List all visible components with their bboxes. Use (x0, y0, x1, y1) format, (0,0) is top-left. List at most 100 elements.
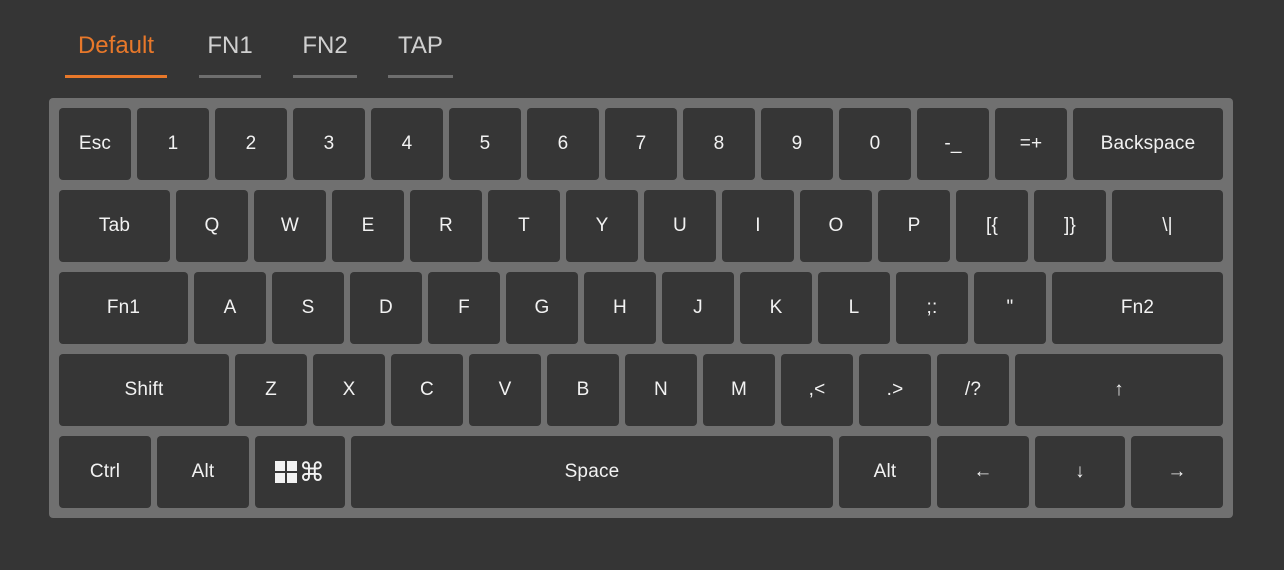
key-6[interactable]: 6 (527, 108, 599, 180)
key-period[interactable]: .> (859, 354, 931, 426)
key-backslash[interactable]: \| (1112, 190, 1223, 262)
key-u[interactable]: U (644, 190, 716, 262)
key-7[interactable]: 7 (605, 108, 677, 180)
key-arrow-down[interactable]: ↓ (1035, 436, 1125, 508)
key-g[interactable]: G (506, 272, 578, 344)
command-icon: ⌘ (298, 457, 326, 487)
key-label: T (518, 215, 530, 236)
key-minus[interactable]: -_ (917, 108, 989, 180)
key-left-bracket[interactable]: [{ (956, 190, 1028, 262)
key-label: " (1006, 297, 1014, 318)
key-j[interactable]: J (662, 272, 734, 344)
tab-tap[interactable]: TAP (388, 30, 453, 78)
key-1[interactable]: 1 (137, 108, 209, 180)
key-quote[interactable]: " (974, 272, 1046, 344)
key-slash[interactable]: /? (937, 354, 1009, 426)
key-0[interactable]: 0 (839, 108, 911, 180)
key-n[interactable]: N (625, 354, 697, 426)
key-z[interactable]: Z (235, 354, 307, 426)
tab-default[interactable]: Default (65, 30, 167, 78)
key-shift[interactable]: Shift (59, 354, 229, 426)
key-9[interactable]: 9 (761, 108, 833, 180)
key-label: 1 (167, 133, 179, 154)
key-label: 3 (323, 133, 335, 154)
key-label: Esc (78, 133, 112, 154)
key-3[interactable]: 3 (293, 108, 365, 180)
key-label: S (301, 297, 315, 318)
key-h[interactable]: H (584, 272, 656, 344)
tab-default-label: Default (77, 32, 155, 59)
key-esc[interactable]: Esc (59, 108, 131, 180)
tab-fn2-label: FN2 (302, 32, 348, 59)
key-label: Fn2 (1120, 297, 1155, 318)
key-5[interactable]: 5 (449, 108, 521, 180)
key-ctrl[interactable]: Ctrl (59, 436, 151, 508)
key-arrow-right[interactable]: → (1131, 436, 1223, 508)
key-8[interactable]: 8 (683, 108, 755, 180)
key-t[interactable]: T (488, 190, 560, 262)
arrow-left-icon: ← (973, 461, 993, 482)
key-x[interactable]: X (313, 354, 385, 426)
key-label: ]} (1063, 215, 1077, 236)
key-r[interactable]: R (410, 190, 482, 262)
key-label: Y (595, 215, 609, 236)
key-label: 5 (479, 133, 491, 154)
key-space[interactable]: Space (351, 436, 833, 508)
key-arrow-left[interactable]: ← (937, 436, 1029, 508)
key-m[interactable]: M (703, 354, 775, 426)
key-label: E (361, 215, 375, 236)
key-l[interactable]: L (818, 272, 890, 344)
key-q[interactable]: Q (176, 190, 248, 262)
key-k[interactable]: K (740, 272, 812, 344)
key-fn2[interactable]: Fn2 (1052, 272, 1223, 344)
key-w[interactable]: W (254, 190, 326, 262)
key-b[interactable]: B (547, 354, 619, 426)
key-2[interactable]: 2 (215, 108, 287, 180)
key-tab[interactable]: Tab (59, 190, 170, 262)
key-label: F (458, 297, 470, 318)
key-v[interactable]: V (469, 354, 541, 426)
key-alt-right[interactable]: Alt (839, 436, 931, 508)
key-a[interactable]: A (194, 272, 266, 344)
key-o[interactable]: O (800, 190, 872, 262)
key-arrow-up[interactable]: ↑ (1015, 354, 1223, 426)
key-label: Tab (98, 215, 131, 236)
key-f[interactable]: F (428, 272, 500, 344)
key-p[interactable]: P (878, 190, 950, 262)
key-label: =+ (1019, 133, 1043, 154)
key-c[interactable]: C (391, 354, 463, 426)
key-label: N (654, 379, 668, 400)
key-s[interactable]: S (272, 272, 344, 344)
key-label: M (730, 379, 748, 400)
key-e[interactable]: E (332, 190, 404, 262)
key-label: B (576, 379, 590, 400)
key-d[interactable]: D (350, 272, 422, 344)
key-label: Alt (191, 461, 215, 482)
tab-fn1-underline (199, 75, 261, 78)
key-label: 4 (401, 133, 413, 154)
key-equals[interactable]: =+ (995, 108, 1067, 180)
key-label: 9 (791, 133, 803, 154)
key-label: C (420, 379, 434, 400)
key-super[interactable]: ⌘ (255, 436, 345, 508)
key-label: 0 (869, 133, 881, 154)
key-label: I (755, 215, 761, 236)
key-y[interactable]: Y (566, 190, 638, 262)
key-i[interactable]: I (722, 190, 794, 262)
key-label: ;: (926, 297, 938, 318)
key-4[interactable]: 4 (371, 108, 443, 180)
key-semicolon[interactable]: ;: (896, 272, 968, 344)
key-label: P (907, 215, 921, 236)
key-alt-left[interactable]: Alt (157, 436, 249, 508)
tab-fn2[interactable]: FN2 (293, 30, 357, 78)
windows-icon (274, 461, 297, 483)
key-right-bracket[interactable]: ]} (1034, 190, 1106, 262)
key-backspace[interactable]: Backspace (1073, 108, 1223, 180)
key-label: Shift (124, 379, 164, 400)
arrow-down-icon: ↓ (1075, 461, 1085, 482)
layer-tabs: Default FN1 FN2 TAP (0, 0, 1284, 80)
key-comma[interactable]: ,< (781, 354, 853, 426)
tab-fn1[interactable]: FN1 (199, 30, 261, 78)
key-fn1[interactable]: Fn1 (59, 272, 188, 344)
key-label: .> (886, 379, 904, 400)
